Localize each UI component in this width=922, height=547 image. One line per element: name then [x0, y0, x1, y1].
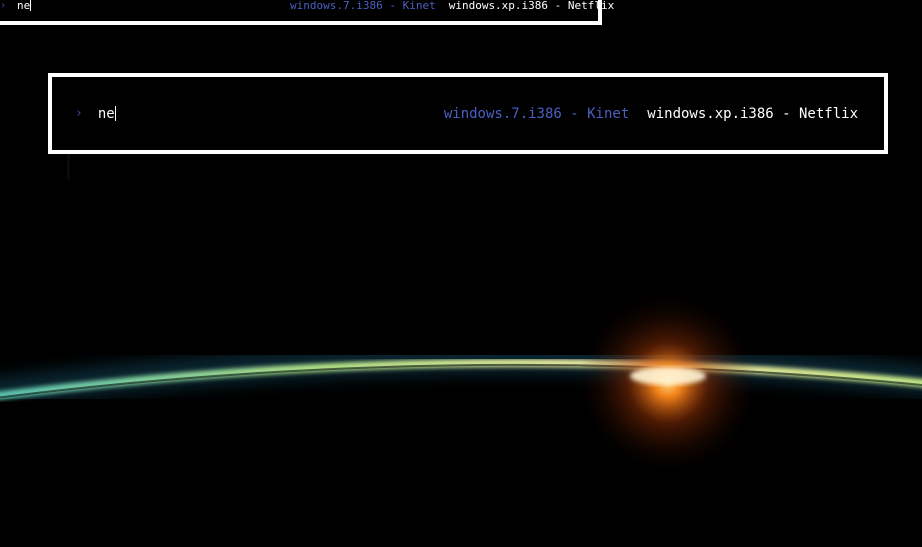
text-cursor: [30, 0, 32, 11]
launcher-input-row[interactable]: › ne: [0, 0, 32, 16]
search-input[interactable]: ne: [17, 0, 30, 12]
text-cursor: [114, 106, 116, 121]
launcher-bar-zoomed: › ne windows.7.i386 - Kinet windows.xp.i…: [48, 73, 888, 154]
search-input[interactable]: ne: [98, 106, 115, 122]
result-item[interactable]: windows.7.i386 - Kinet: [290, 0, 436, 12]
result-item-selected[interactable]: windows.xp.i386 - Netflix: [449, 0, 615, 12]
launcher-input-row[interactable]: › ne: [75, 77, 116, 150]
results-list: windows.7.i386 - Kinet windows.xp.i386 -…: [290, 0, 614, 16]
results-list: windows.7.i386 - Kinet windows.xp.i386 -…: [444, 77, 858, 150]
chevron-right-icon: ›: [75, 106, 83, 121]
result-item-selected[interactable]: windows.xp.i386 - Netflix: [647, 106, 858, 122]
chevron-right-icon: ›: [0, 0, 7, 11]
result-item[interactable]: windows.7.i386 - Kinet: [444, 106, 629, 122]
launcher-bar: › ne windows.7.i386 - Kinet windows.xp.i…: [0, 0, 614, 25]
zoom-artifact: [67, 154, 70, 180]
